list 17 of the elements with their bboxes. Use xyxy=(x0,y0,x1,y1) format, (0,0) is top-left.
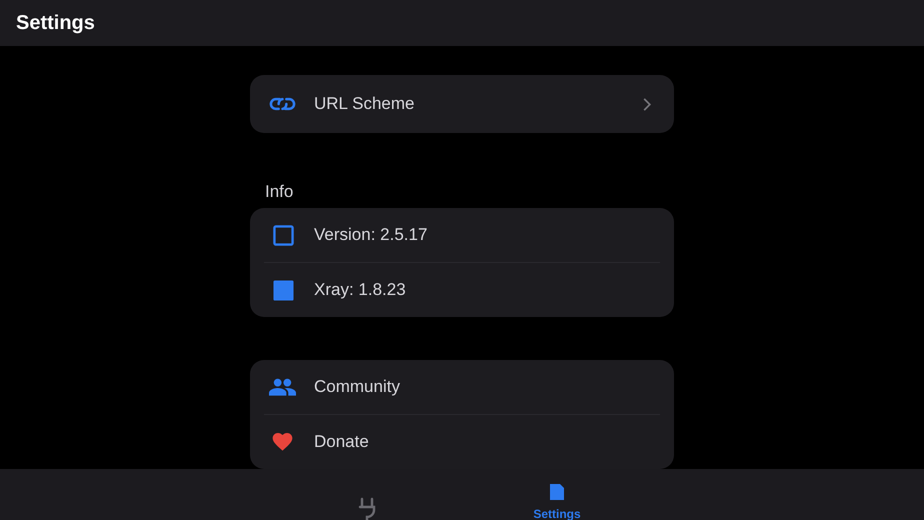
row-label: Donate xyxy=(314,432,370,452)
square-icon xyxy=(273,280,294,300)
square-icon xyxy=(273,224,294,246)
screen-title: Settings xyxy=(16,12,95,34)
chevron-right-icon xyxy=(642,96,652,112)
row-label: URL Scheme xyxy=(314,94,416,114)
settings-row[interactable]: Version: 2.5.17 xyxy=(264,208,660,262)
settings-row[interactable]: URL Scheme xyxy=(264,75,660,133)
row-label: Version: 2.5.17 xyxy=(314,225,428,245)
settings-row[interactable]: Xray: 1.8.23 xyxy=(264,262,660,317)
section-header: Info xyxy=(264,181,294,203)
row-label: Xray: 1.8.23 xyxy=(314,280,407,300)
people-icon xyxy=(269,378,296,396)
plug-icon xyxy=(357,497,377,520)
link-icon xyxy=(269,95,296,113)
settings-row[interactable]: Community xyxy=(264,360,660,414)
row-label: Community xyxy=(314,377,401,397)
